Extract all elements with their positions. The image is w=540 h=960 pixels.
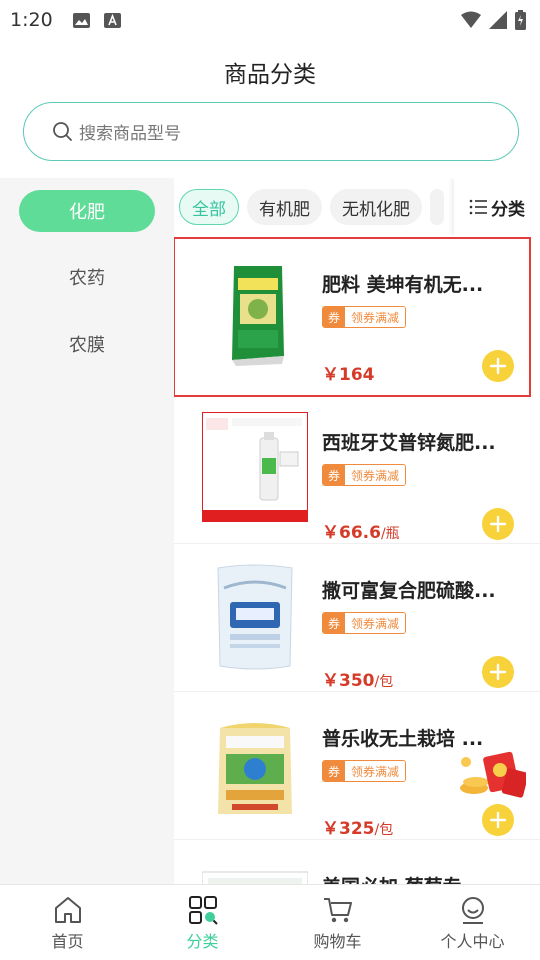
price-symbol: ￥ — [322, 523, 339, 543]
wifi-icon — [461, 11, 481, 28]
product-name: 肥料 美坤有机无... — [322, 274, 484, 296]
coupon-tag: 券 — [323, 613, 346, 633]
nav-item-home[interactable]: 首页 — [0, 885, 135, 960]
plus-icon — [489, 515, 507, 533]
coupon-text: 领券满减 — [345, 613, 406, 633]
plus-icon — [489, 357, 507, 375]
product-card[interactable]: 美国必加 葡萄专... — [174, 840, 540, 884]
add-to-cart-button[interactable] — [482, 804, 514, 836]
add-to-cart-button[interactable] — [482, 508, 514, 540]
product-price: ￥164 — [322, 360, 375, 385]
product-price: ￥350/包 — [322, 666, 393, 691]
sidebar-item-fertilizer[interactable]: 化肥 — [19, 190, 155, 232]
status-time: 1:20 — [10, 9, 53, 31]
search-icon — [53, 122, 72, 141]
product-card[interactable]: 肥料 美坤有机无... 券 领券满减 ￥164 — [174, 237, 531, 397]
image-icon — [72, 12, 90, 28]
nav-label: 购物车 — [313, 931, 362, 951]
product-name: 美国必加 葡萄专... — [322, 872, 514, 884]
add-to-cart-button[interactable] — [482, 656, 514, 688]
page-title: 商品分类 — [224, 62, 316, 88]
filter-label: 分类 — [491, 199, 525, 220]
add-to-cart-button[interactable] — [482, 350, 514, 382]
coupon-badge[interactable]: 券 领券满减 — [322, 760, 407, 782]
nav-item-cart[interactable]: 购物车 — [270, 885, 405, 960]
product-image — [232, 266, 284, 366]
product-image — [218, 723, 292, 814]
text-icon — [103, 12, 121, 28]
price-value: 350 — [339, 671, 375, 691]
profile-icon — [461, 896, 484, 924]
price-symbol: ￥ — [322, 365, 339, 385]
tab-more[interactable] — [430, 189, 444, 225]
coupon-tag: 券 — [323, 761, 346, 781]
coupon-tag: 券 — [323, 465, 346, 485]
battery-icon — [515, 10, 526, 30]
coupon-badge[interactable]: 券 领券满减 — [322, 306, 407, 328]
price-value: 325 — [339, 819, 375, 839]
price-unit: /瓶 — [380, 526, 400, 542]
search-placeholder: 搜索商品型号 — [79, 124, 181, 144]
product-price: ￥325/包 — [322, 814, 393, 839]
category-icon — [188, 895, 218, 925]
nav-label: 首页 — [51, 931, 84, 951]
product-name: 普乐收无土栽培 ... — [322, 728, 484, 750]
coupon-text: 领券满减 — [345, 307, 406, 327]
nav-item-profile[interactable]: 个人中心 — [405, 885, 540, 960]
nav-item-category[interactable]: 分类 — [135, 885, 270, 960]
price-symbol: ￥ — [322, 671, 339, 691]
product-card[interactable]: 撒可富复合肥硫酸... 券 领券满减 ￥350/包 — [174, 544, 540, 692]
bottom-nav: 首页 分类 购物车 个人中心 — [0, 884, 540, 960]
tab-all[interactable]: 全部 — [179, 189, 239, 225]
signal-icon — [489, 11, 507, 29]
list-icon — [469, 199, 487, 215]
category-sidebar: 化肥 农药 农膜 — [0, 178, 174, 884]
product-card[interactable]: 西班牙艾普锌氮肥... 券 领券满减 ￥66.6/瓶 — [174, 396, 540, 544]
sidebar-item-pesticide[interactable]: 农药 — [19, 256, 155, 298]
status-bar: 1:20 — [0, 0, 540, 40]
subcategory-tabs: 全部 有机肥 无机化肥 分类 — [174, 178, 540, 236]
plus-icon — [489, 811, 507, 829]
price-value: 164 — [339, 365, 375, 385]
price-unit: /包 — [374, 674, 394, 690]
coupon-badge[interactable]: 券 领券满减 — [322, 612, 407, 634]
price-symbol: ￥ — [322, 819, 339, 839]
price-value: 66.6 — [339, 523, 381, 543]
plus-icon — [489, 663, 507, 681]
product-image — [217, 564, 293, 670]
product-name: 撒可富复合肥硫酸... — [322, 580, 496, 602]
tab-inorganic[interactable]: 无机化肥 — [330, 189, 422, 225]
product-image — [202, 412, 308, 522]
nav-label: 个人中心 — [440, 931, 505, 951]
cart-icon — [323, 897, 352, 922]
coupon-text: 领券满减 — [345, 761, 406, 781]
sidebar-item-film[interactable]: 农膜 — [19, 323, 155, 365]
filter-button[interactable]: 分类 — [454, 178, 540, 236]
tab-organic[interactable]: 有机肥 — [247, 189, 322, 225]
red-packet-icon[interactable] — [454, 750, 526, 800]
price-unit: /包 — [374, 822, 394, 838]
coupon-badge[interactable]: 券 领券满减 — [322, 464, 407, 486]
search-input[interactable]: 搜索商品型号 — [23, 102, 519, 161]
home-icon — [54, 896, 81, 923]
product-price: ￥66.6/瓶 — [322, 518, 400, 543]
product-image — [202, 871, 308, 884]
coupon-tag: 券 — [323, 307, 346, 327]
product-name: 西班牙艾普锌氮肥... — [322, 432, 496, 454]
nav-label: 分类 — [186, 931, 219, 951]
coupon-text: 领券满减 — [345, 465, 406, 485]
